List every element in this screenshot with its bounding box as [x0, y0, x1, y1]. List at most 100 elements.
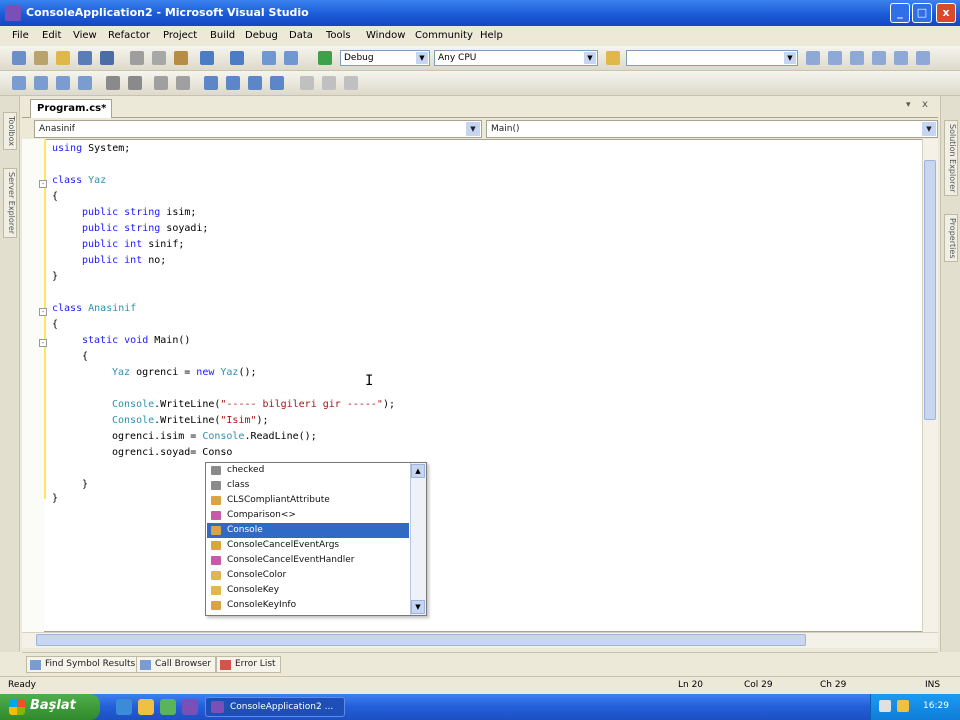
open-folder-icon[interactable]: [56, 51, 70, 65]
uncomment-icon[interactable]: [176, 76, 190, 90]
taskbar-item-visual-studio[interactable]: ConsoleApplication2 ...: [205, 697, 345, 717]
security-icon[interactable]: [897, 700, 909, 712]
status-text: Ready: [8, 680, 36, 690]
options-icon[interactable]: [916, 51, 930, 65]
code-line: {: [82, 351, 89, 362]
intellisense-scrollbar[interactable]: [410, 463, 426, 615]
word-complete-icon[interactable]: [78, 76, 92, 90]
parameter-info-icon[interactable]: [34, 76, 48, 90]
chevron-down-icon: ▼: [584, 52, 596, 64]
document-tab-strip: Program.cs* ▾ x: [22, 96, 938, 118]
decrease-indent-icon[interactable]: [106, 76, 120, 90]
member-navigation-select[interactable]: Main() ▼: [486, 120, 938, 138]
scroll-up-icon[interactable]: ▲: [411, 464, 425, 478]
intellisense-item[interactable]: ConsoleCancelEventHandler: [207, 553, 409, 568]
windows-logo-icon: [9, 699, 25, 715]
menu-data[interactable]: Data: [289, 30, 313, 41]
navigate-forward-icon[interactable]: [284, 51, 298, 65]
menu-view[interactable]: View: [73, 30, 97, 41]
fold-toggle[interactable]: -: [39, 180, 47, 188]
object-browser-icon[interactable]: [850, 51, 864, 65]
minimize-button[interactable]: _: [890, 3, 910, 23]
tab-call-browser[interactable]: Call Browser: [136, 656, 217, 673]
increase-indent-icon[interactable]: [128, 76, 142, 90]
menu-file[interactable]: File: [12, 30, 29, 41]
menu-project[interactable]: Project: [163, 30, 197, 41]
media-player-icon[interactable]: [160, 699, 176, 715]
fold-toggle[interactable]: -: [39, 308, 47, 316]
comment-icon[interactable]: [154, 76, 168, 90]
menu-help[interactable]: Help: [480, 30, 503, 41]
class-navigation-select[interactable]: Anasinif ▼: [34, 120, 482, 138]
object-members-icon[interactable]: [12, 76, 26, 90]
properties-tab[interactable]: Properties: [944, 214, 958, 263]
intellisense-item[interactable]: Comparison<>: [207, 508, 409, 523]
intellisense-item[interactable]: CLSCompliantAttribute: [207, 493, 409, 508]
server-explorer-tab[interactable]: Server Explorer: [3, 168, 17, 239]
tab-program-cs[interactable]: Program.cs*: [30, 99, 112, 118]
tool-window-tabs: Find Symbol Results Call Browser Error L…: [22, 652, 938, 674]
menu-build[interactable]: Build: [210, 30, 235, 41]
properties-icon[interactable]: [828, 51, 842, 65]
redo-icon[interactable]: [230, 51, 244, 65]
scroll-down-icon[interactable]: ▼: [411, 600, 425, 614]
intellisense-item[interactable]: ConsoleColor: [207, 568, 409, 583]
solution-explorer-icon[interactable]: [806, 51, 820, 65]
intellisense-item[interactable]: ConsoleKeyInfo: [207, 598, 409, 613]
find-icon[interactable]: [606, 51, 620, 65]
toolbox-icon[interactable]: [872, 51, 886, 65]
cut-icon[interactable]: [130, 51, 144, 65]
intellisense-item[interactable]: class: [207, 478, 409, 493]
menu-debug[interactable]: Debug: [245, 30, 278, 41]
save-icon[interactable]: [78, 51, 92, 65]
navigate-back-icon[interactable]: [262, 51, 276, 65]
intellisense-item[interactable]: ConsoleKey: [207, 583, 409, 598]
new-project-icon[interactable]: [12, 51, 26, 65]
menu-window[interactable]: Window: [366, 30, 405, 41]
copy-icon[interactable]: [152, 51, 166, 65]
next-folder-bookmark-icon[interactable]: [322, 76, 336, 90]
previous-bookmark-icon[interactable]: [226, 76, 240, 90]
fold-toggle[interactable]: -: [39, 339, 47, 347]
quick-info-icon[interactable]: [56, 76, 70, 90]
show-desktop-icon[interactable]: [138, 699, 154, 715]
intellisense-item-label: Console: [227, 525, 263, 535]
tab-find-symbol-results[interactable]: Find Symbol Results: [26, 656, 141, 673]
toolbox-tab[interactable]: Toolbox: [3, 112, 17, 150]
toolbar-options-icon[interactable]: [344, 76, 358, 90]
prev-folder-bookmark-icon[interactable]: [300, 76, 314, 90]
platform-select[interactable]: Any CPU ▼: [434, 50, 598, 66]
menu-tools[interactable]: Tools: [326, 30, 351, 41]
intellisense-item[interactable]: ConsoleCancelEventArgs: [207, 538, 409, 553]
editor-vertical-scroll-thumb[interactable]: [924, 160, 936, 420]
internet-explorer-icon[interactable]: [116, 699, 132, 715]
solution-config-select[interactable]: Debug ▼: [340, 50, 430, 66]
paste-icon[interactable]: [174, 51, 188, 65]
intellisense-item-label: Comparison<>: [227, 510, 296, 520]
solution-explorer-tab[interactable]: Solution Explorer: [944, 120, 958, 197]
close-document-icon[interactable]: x: [922, 99, 928, 110]
visual-studio-quicklaunch-icon[interactable]: [182, 699, 198, 715]
find-combo[interactable]: ▼: [626, 50, 798, 66]
menu-refactor[interactable]: Refactor: [108, 30, 150, 41]
maximize-button[interactable]: □: [912, 3, 932, 23]
intellisense-item[interactable]: Console: [207, 523, 409, 538]
menu-edit[interactable]: Edit: [42, 30, 61, 41]
intellisense-item[interactable]: checked: [207, 463, 409, 478]
close-button[interactable]: x: [936, 3, 956, 23]
tab-list-icon[interactable]: ▾: [906, 100, 911, 110]
intellisense-item-label: checked: [227, 465, 265, 475]
next-bookmark-icon[interactable]: [248, 76, 262, 90]
menu-community[interactable]: Community: [415, 30, 473, 41]
network-icon[interactable]: [879, 700, 891, 712]
add-item-icon[interactable]: [34, 51, 48, 65]
undo-icon[interactable]: [200, 51, 214, 65]
clear-bookmarks-icon[interactable]: [270, 76, 284, 90]
code-line: ogrenci.isim = Console.ReadLine();: [112, 431, 317, 442]
tab-error-list[interactable]: Error List: [216, 656, 281, 673]
editor-horizontal-scroll-thumb[interactable]: [36, 634, 806, 646]
bookmark-icon[interactable]: [204, 76, 218, 90]
save-all-icon[interactable]: [100, 51, 114, 65]
start-page-icon[interactable]: [894, 51, 908, 65]
start-debug-icon[interactable]: [318, 51, 332, 65]
